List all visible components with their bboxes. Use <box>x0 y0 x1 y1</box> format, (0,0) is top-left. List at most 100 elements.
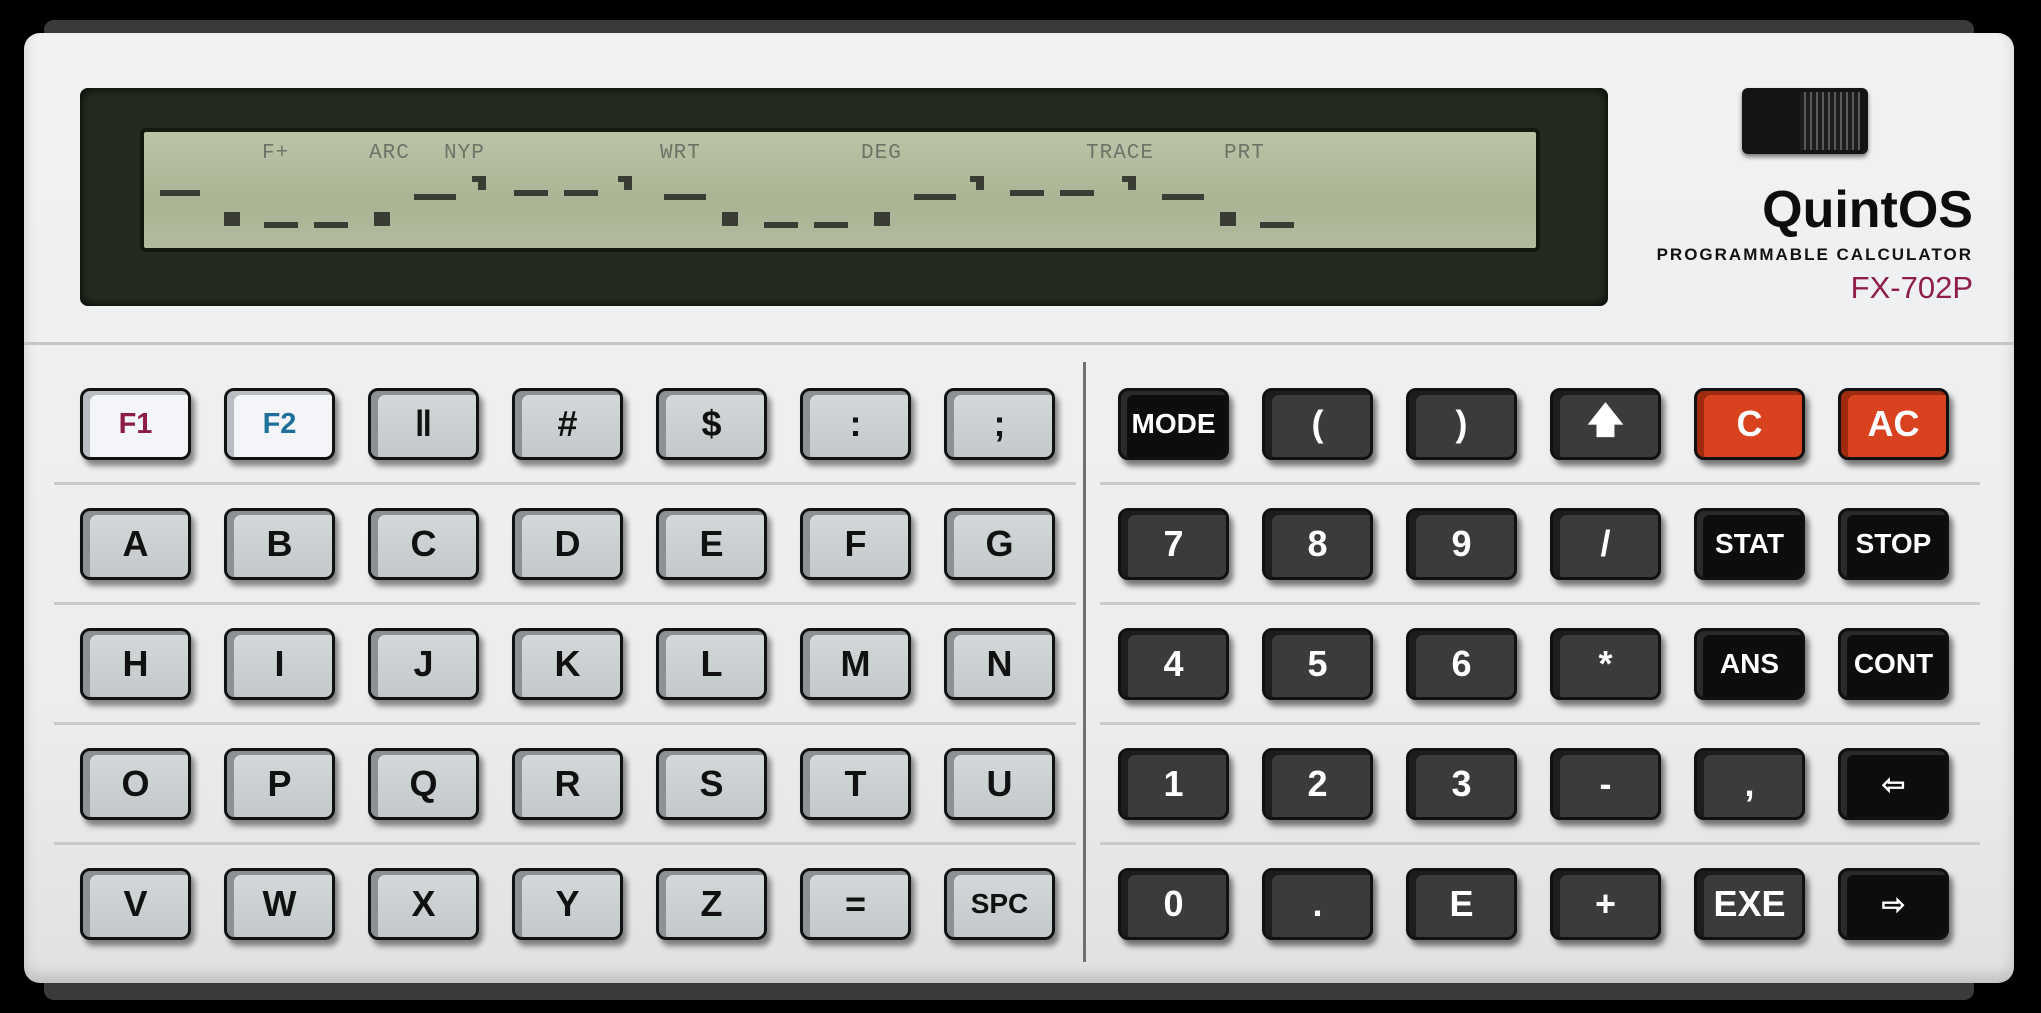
key-label: J <box>413 643 434 684</box>
key-pipe[interactable]: ‖ <box>368 388 479 460</box>
display-divider <box>24 342 2014 345</box>
key-3[interactable]: 3 <box>1406 748 1517 820</box>
key-y[interactable]: Y <box>512 868 623 940</box>
key-h[interactable]: H <box>80 628 191 700</box>
key-label: K <box>554 643 581 684</box>
key-label: F2 <box>262 407 297 440</box>
annunciator-f-plus: F+ <box>262 142 290 165</box>
lcd-segment <box>564 190 598 196</box>
key-ac[interactable]: AC <box>1838 388 1949 460</box>
key-minus[interactable]: - <box>1550 748 1661 820</box>
key-exe[interactable]: EXE <box>1694 868 1805 940</box>
key-5[interactable]: 5 <box>1262 628 1373 700</box>
key-7[interactable]: 7 <box>1118 508 1229 580</box>
key-label: D <box>554 523 581 564</box>
key-mode[interactable]: MODE <box>1118 388 1229 460</box>
key-stop[interactable]: STOP <box>1838 508 1949 580</box>
key-label: 4 <box>1163 643 1184 684</box>
key-label: ( <box>1311 403 1324 444</box>
key-q[interactable]: Q <box>368 748 479 820</box>
key-m[interactable]: M <box>800 628 911 700</box>
key-n[interactable]: N <box>944 628 1055 700</box>
key-up-arrow[interactable]: 🡅 <box>1550 388 1661 460</box>
lcd-segment <box>664 194 706 200</box>
key-equals[interactable]: = <box>800 868 911 940</box>
key-label: Y <box>555 883 580 924</box>
key-cont[interactable]: CONT <box>1838 628 1949 700</box>
key-t[interactable]: T <box>800 748 911 820</box>
key-label: EXE <box>1713 883 1786 924</box>
key-stat[interactable]: STAT <box>1694 508 1805 580</box>
key-label: $ <box>701 403 722 444</box>
key-9[interactable]: 9 <box>1406 508 1517 580</box>
key-d[interactable]: D <box>512 508 623 580</box>
key-close-paren[interactable]: ) <box>1406 388 1517 460</box>
key-dollar[interactable]: $ <box>656 388 767 460</box>
key-r[interactable]: R <box>512 748 623 820</box>
key-f[interactable]: F <box>800 508 911 580</box>
key-spc[interactable]: SPC <box>944 868 1055 940</box>
lcd-segment <box>624 182 632 190</box>
key-label: ⇨ <box>1881 888 1906 920</box>
key-f1[interactable]: F1 <box>80 388 191 460</box>
key-label: # <box>557 403 578 444</box>
lcd-segment <box>374 212 390 226</box>
key-l[interactable]: L <box>656 628 767 700</box>
key-a[interactable]: A <box>80 508 191 580</box>
lcd-segment <box>764 222 798 228</box>
key-c[interactable]: C <box>1694 388 1805 460</box>
key-k[interactable]: K <box>512 628 623 700</box>
key-b[interactable]: B <box>224 508 335 580</box>
power-switch[interactable] <box>1742 88 1868 154</box>
key-label: SPC <box>970 888 1029 919</box>
key-label: 2 <box>1307 763 1328 804</box>
key-j[interactable]: J <box>368 628 479 700</box>
lcd-screen: F+ ARC NYP WRT DEG TRACE PRT <box>140 128 1540 252</box>
key-f2[interactable]: F2 <box>224 388 335 460</box>
key-label: F1 <box>118 407 153 440</box>
key-label: AC <box>1867 403 1920 444</box>
key-4[interactable]: 4 <box>1118 628 1229 700</box>
key-w[interactable]: W <box>224 868 335 940</box>
key-label: * <box>1598 643 1613 684</box>
key-c[interactable]: C <box>368 508 479 580</box>
power-switch-slider[interactable] <box>1800 92 1860 150</box>
key-colon[interactable]: : <box>800 388 911 460</box>
key-e[interactable]: E <box>656 508 767 580</box>
key-semicolon[interactable]: ; <box>944 388 1055 460</box>
key-label: N <box>986 643 1013 684</box>
key-left-arrow[interactable]: ⇦ <box>1838 748 1949 820</box>
key-divide[interactable]: / <box>1550 508 1661 580</box>
key-multiply[interactable]: * <box>1550 628 1661 700</box>
key-g[interactable]: G <box>944 508 1055 580</box>
key-label: STOP <box>1855 528 1932 559</box>
key-comma[interactable]: , <box>1694 748 1805 820</box>
key-label: ; <box>993 403 1006 444</box>
key-label: : <box>849 403 862 444</box>
key-1[interactable]: 1 <box>1118 748 1229 820</box>
key-label: I <box>274 643 285 684</box>
key-plus[interactable]: + <box>1550 868 1661 940</box>
key-e[interactable]: E <box>1406 868 1517 940</box>
key-o[interactable]: O <box>80 748 191 820</box>
key-v[interactable]: V <box>80 868 191 940</box>
key-s[interactable]: S <box>656 748 767 820</box>
key-2[interactable]: 2 <box>1262 748 1373 820</box>
key-ans[interactable]: ANS <box>1694 628 1805 700</box>
key-0[interactable]: 0 <box>1118 868 1229 940</box>
key-8[interactable]: 8 <box>1262 508 1373 580</box>
key-right-arrow[interactable]: ⇨ <box>1838 868 1949 940</box>
key-hash[interactable]: # <box>512 388 623 460</box>
key-u[interactable]: U <box>944 748 1055 820</box>
key-6[interactable]: 6 <box>1406 628 1517 700</box>
key-label: , <box>1744 763 1755 804</box>
key-p[interactable]: P <box>224 748 335 820</box>
key-z[interactable]: Z <box>656 868 767 940</box>
key-decimal[interactable]: . <box>1262 868 1373 940</box>
annunciator-arc: ARC <box>369 142 410 165</box>
key-x[interactable]: X <box>368 868 479 940</box>
key-i[interactable]: I <box>224 628 335 700</box>
key-open-paren[interactable]: ( <box>1262 388 1373 460</box>
key-label: 3 <box>1451 763 1472 804</box>
key-label: U <box>986 763 1013 804</box>
